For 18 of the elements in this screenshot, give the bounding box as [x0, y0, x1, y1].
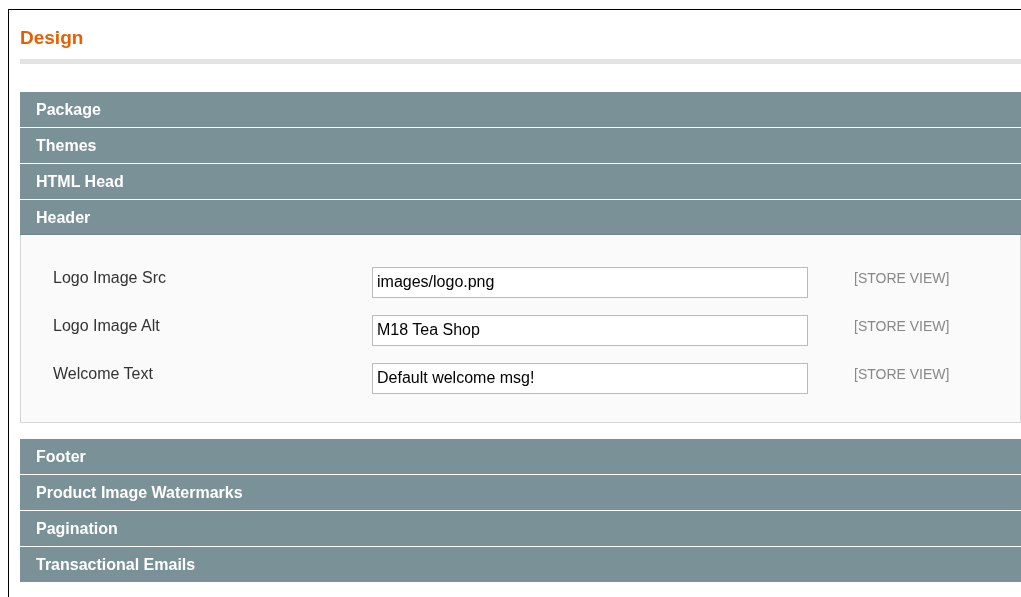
scope-label: [STORE VIEW] [854, 364, 950, 384]
field-label: Welcome Text [53, 364, 154, 384]
page-title: Design [20, 26, 84, 50]
text-field[interactable]: images/logo.png [372, 266, 808, 298]
section-header[interactable]: Transactional Emails [20, 547, 1021, 582]
field-label: Logo Image Src [53, 268, 167, 288]
section-header[interactable]: Product Image Watermarks [20, 475, 1021, 510]
section-header[interactable]: HTML Head [20, 164, 1021, 199]
scope-label: [STORE VIEW] [854, 268, 950, 288]
text-field[interactable]: Default welcome msg! [372, 362, 808, 394]
section-header[interactable]: Header [20, 200, 1021, 235]
section-header[interactable]: Footer [20, 439, 1021, 474]
section-header[interactable]: Pagination [20, 511, 1021, 546]
field-label: Logo Image Alt [53, 316, 161, 336]
section-header[interactable]: Package [20, 92, 1021, 127]
text-field[interactable]: M18 Tea Shop [372, 314, 808, 346]
scope-label: [STORE VIEW] [854, 316, 950, 336]
section-header[interactable]: Themes [20, 128, 1021, 163]
